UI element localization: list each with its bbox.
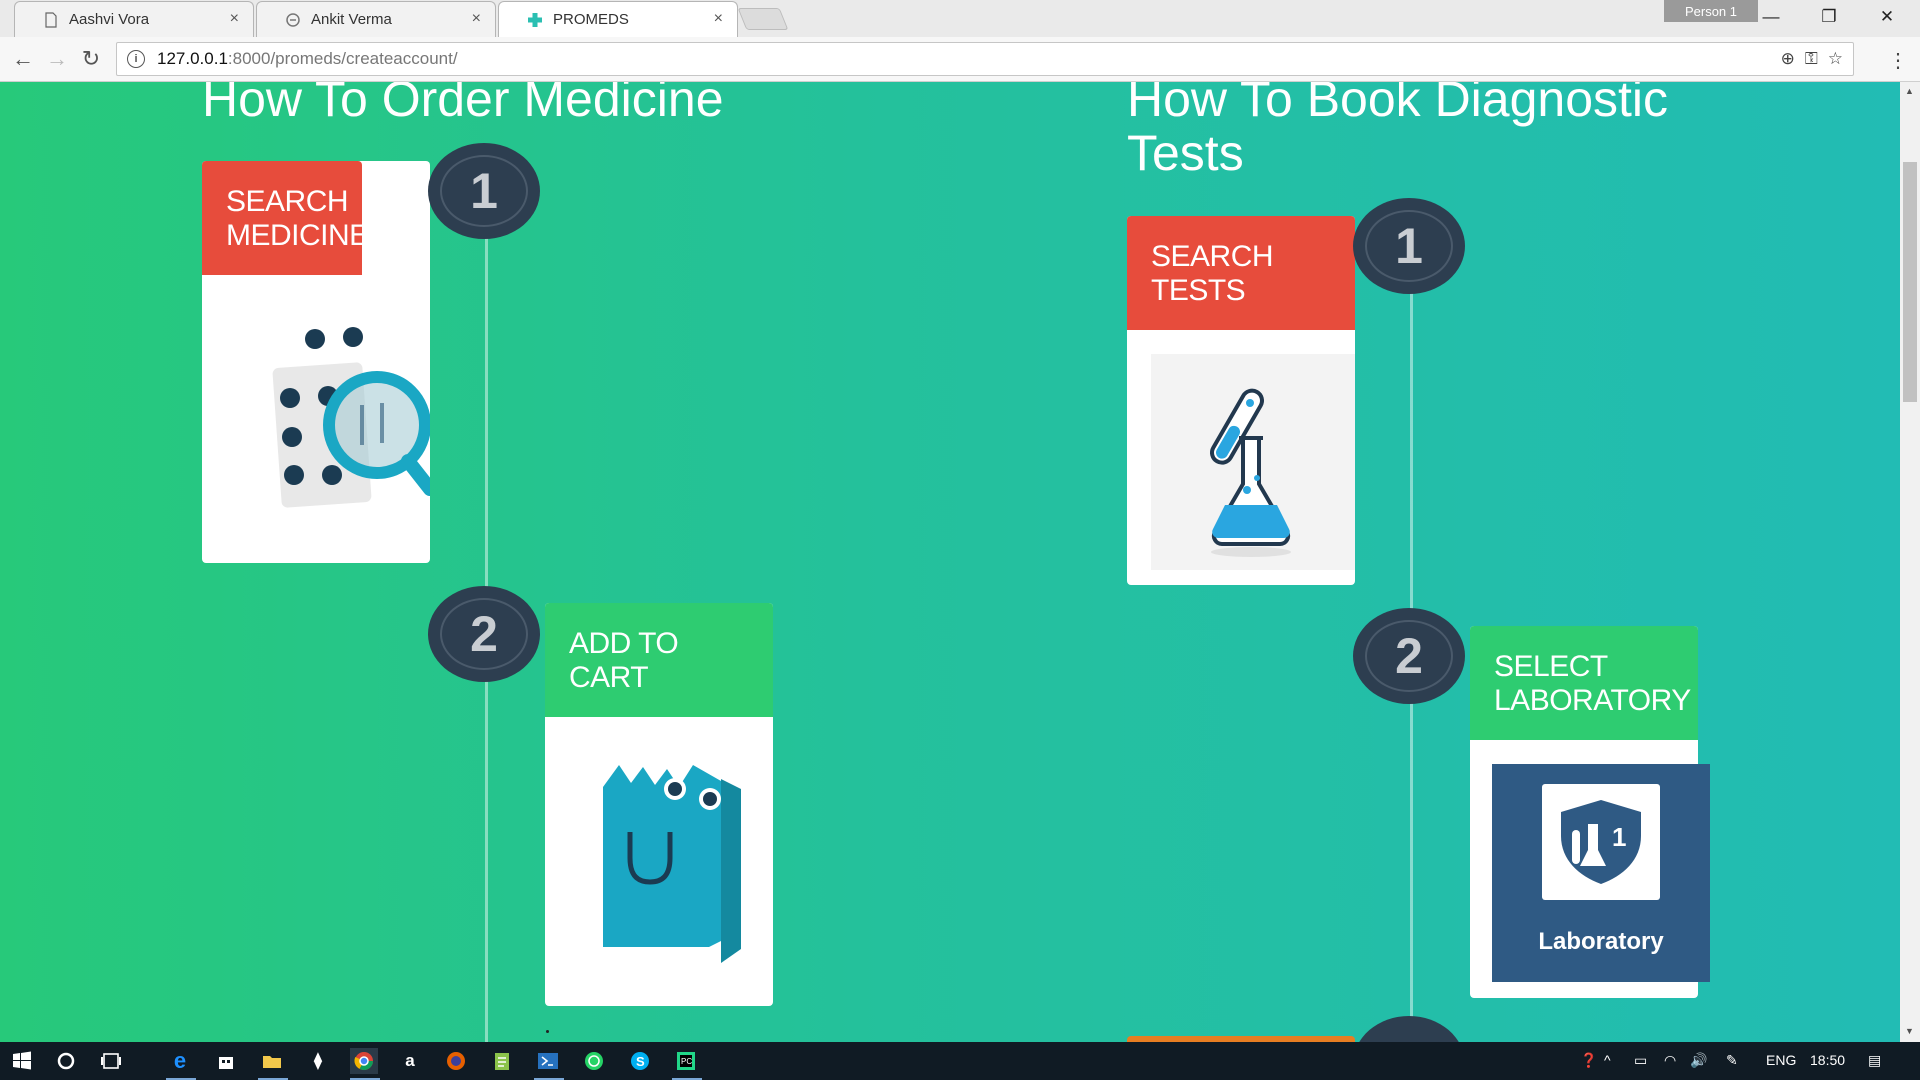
store-icon[interactable] (212, 1048, 240, 1074)
whatsapp-icon[interactable] (580, 1048, 608, 1074)
tab-label: Aashvi Vora (69, 11, 150, 28)
select-laboratory-heading: SELECT LABORATORY (1470, 626, 1698, 740)
page-viewport: How To Order Medicine SEARCH MEDICINE 1 … (0, 82, 1900, 1042)
key-icon[interactable]: ⚿ (1805, 49, 1818, 69)
scrollbar-thumb[interactable] (1903, 162, 1917, 402)
step-1-medicine-badge: 1 (428, 143, 540, 239)
step-number: 1 (470, 163, 498, 219)
svg-text:S: S (636, 1054, 645, 1069)
flask-image (1127, 330, 1369, 590)
show-hidden-icons-chevron[interactable]: ^ (1604, 1052, 1611, 1068)
scroll-down-arrow-icon[interactable]: ▼ (1905, 1026, 1914, 1036)
page-scrollbar[interactable]: ▲ ▼ (1900, 82, 1920, 1042)
wifi-icon[interactable]: ◠ (1664, 1052, 1676, 1069)
tab-aashvi-vora[interactable]: Aashvi Vora × (14, 1, 254, 37)
scroll-up-arrow-icon[interactable]: ▲ (1905, 86, 1914, 96)
pycharm-icon[interactable]: PC (672, 1048, 700, 1074)
windows-taskbar: e ⧫ a S PC ❓ ^ ▭ ◠ 🔊 ✎ ENG 18:50 ▤ (0, 1042, 1920, 1080)
reload-icon[interactable]: ↻ (78, 46, 104, 72)
info-icon[interactable]: i (127, 50, 145, 68)
select-laboratory-card[interactable]: SELECT LABORATORY 1 Laboratory (1470, 626, 1710, 998)
step-1-tests-badge: 1 (1353, 198, 1465, 294)
search-medicine-heading: SEARCH MEDICINE (202, 161, 369, 275)
minimize-button[interactable]: — (1748, 2, 1794, 32)
amazon-icon[interactable]: a (396, 1048, 424, 1074)
bookmark-star-icon[interactable]: ☆ (1828, 49, 1843, 69)
tab-promeds[interactable]: PROMEDS × (498, 1, 738, 37)
cortana-search-icon[interactable] (52, 1048, 80, 1074)
profile-badge[interactable]: Person 1 (1664, 0, 1758, 22)
add-to-cart-heading: ADD TO CART (545, 603, 773, 717)
restore-button[interactable]: ❐ (1806, 2, 1852, 32)
windows-start-icon[interactable] (8, 1048, 36, 1074)
tab-label: Ankit Verma (311, 11, 392, 28)
forward-arrow-icon[interactable]: → (44, 46, 70, 72)
task-view-icon[interactable] (97, 1048, 125, 1074)
add-to-cart-card[interactable]: ADD TO CART (545, 603, 773, 1006)
notepad-icon[interactable] (488, 1048, 516, 1074)
url-path: :8000/promeds/createaccount/ (227, 49, 458, 68)
medical-cross-icon (528, 13, 542, 27)
address-bar[interactable]: i 127.0.0.1:8000/promeds/createaccount/ … (116, 42, 1854, 76)
step-2-tests-badge: 2 (1353, 608, 1465, 704)
dot-marker (546, 1030, 549, 1033)
search-medicine-image (202, 275, 437, 568)
laboratory-image: 1 Laboratory (1470, 740, 1710, 982)
search-tests-heading: SEARCH TESTS (1127, 216, 1355, 330)
close-tab-icon[interactable]: × (230, 10, 239, 28)
close-tab-icon[interactable]: × (472, 10, 481, 28)
step-2-medicine-badge: 2 (428, 586, 540, 682)
shopping-bag-icon (545, 717, 773, 1011)
dropbox-icon[interactable]: ⧫ (304, 1048, 332, 1074)
notifications-icon[interactable]: ▤ (1868, 1052, 1881, 1069)
help-icon[interactable]: ❓ (1580, 1052, 1597, 1069)
close-tab-icon[interactable]: × (714, 10, 723, 28)
omnibox-actions: ⊕ ⚿ ☆ (1781, 49, 1843, 69)
tab-strip: Aashvi Vora × Ankit Verma × PROMEDS × Pe… (0, 0, 1920, 37)
browser-toolbar: ← → ↻ i 127.0.0.1:8000/promeds/createacc… (0, 37, 1920, 82)
clock[interactable]: 18:50 (1810, 1052, 1845, 1068)
file-explorer-icon[interactable] (258, 1048, 286, 1074)
svg-text:PC: PC (681, 1057, 692, 1066)
search-tests-card[interactable]: SEARCH TESTS (1127, 216, 1369, 585)
language-indicator[interactable]: ENG (1766, 1052, 1796, 1068)
skype-icon[interactable]: S (626, 1048, 654, 1074)
url-host: 127.0.0.1 (157, 49, 228, 68)
medicine-section-title: How To Order Medicine (202, 82, 724, 127)
tests-title-line-2: Tests (1127, 125, 1244, 181)
search-medicine-card[interactable]: SEARCH MEDICINE (202, 161, 437, 563)
firefox-icon[interactable] (442, 1048, 470, 1074)
loading-icon (286, 13, 300, 27)
step-number: 2 (1395, 628, 1423, 684)
new-tab-button[interactable] (737, 8, 789, 30)
laboratory-caption: Laboratory (1538, 928, 1664, 955)
powershell-icon[interactable] (534, 1048, 562, 1074)
url-text: 127.0.0.1:8000/promeds/createaccount/ (157, 49, 458, 69)
tests-title-line-1: How To Book Diagnostic (1127, 82, 1669, 127)
back-arrow-icon[interactable]: ← (10, 46, 36, 72)
close-window-button[interactable]: ✕ (1864, 2, 1910, 32)
menu-kebab-icon[interactable]: ⋮ (1888, 48, 1908, 73)
tests-section-title: How To Book Diagnostic Tests (1127, 82, 1668, 180)
step-number: 2 (470, 606, 498, 662)
tab-label: PROMEDS (553, 11, 629, 28)
zoom-icon[interactable]: ⊕ (1781, 49, 1795, 69)
pen-icon[interactable]: ✎ (1726, 1052, 1738, 1069)
edge-icon[interactable]: e (166, 1048, 194, 1074)
step-3-tests-badge-partial (1353, 1016, 1465, 1042)
chrome-icon[interactable] (350, 1048, 378, 1074)
step-number: 1 (1395, 218, 1423, 274)
battery-icon[interactable]: ▭ (1634, 1052, 1647, 1069)
lab-shield-icon: 1 (1561, 800, 1641, 884)
volume-icon[interactable]: 🔊 (1690, 1052, 1707, 1069)
svg-text:1: 1 (1612, 822, 1626, 852)
tab-ankit-verma[interactable]: Ankit Verma × (256, 1, 496, 37)
document-icon (45, 12, 57, 28)
